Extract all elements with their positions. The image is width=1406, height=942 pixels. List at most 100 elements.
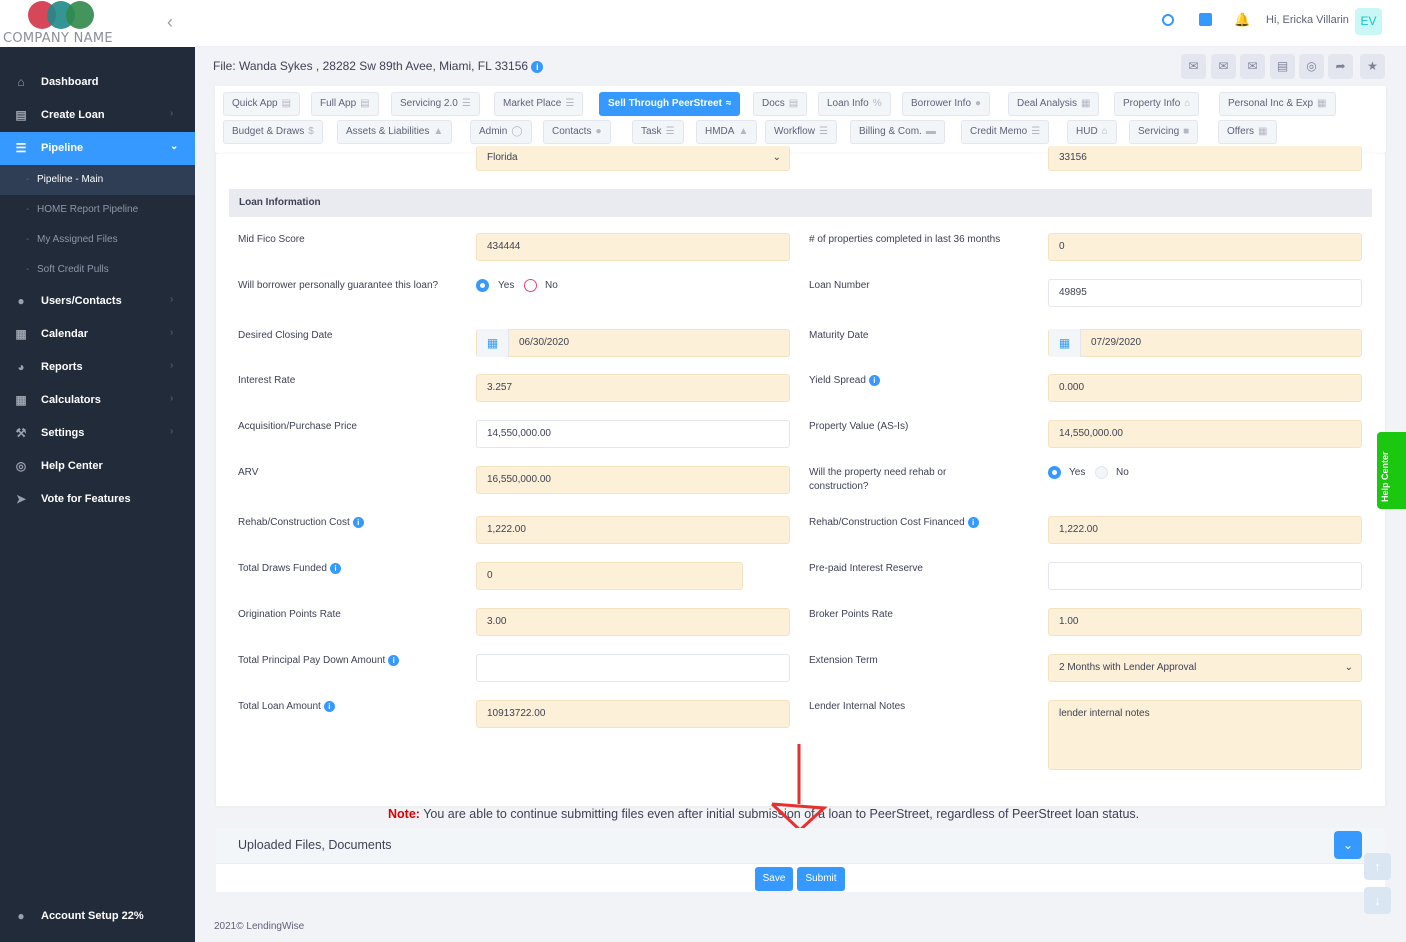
file-icon[interactable]: ▤ (1270, 54, 1295, 79)
info-icon[interactable]: i (531, 60, 544, 73)
globe-icon[interactable]: ◎ (1299, 54, 1324, 79)
total-loan-label: Total Loan Amount i (238, 700, 335, 714)
sidebar-item-reports[interactable]: ◕ Reports › (0, 351, 195, 384)
mid-fico-label: Mid Fico Score (238, 234, 305, 245)
guarantee-no-radio[interactable] (524, 279, 537, 292)
logo[interactable]: COMPANY NAME ‹ (0, 0, 195, 47)
calendar-icon[interactable]: ▦ (477, 329, 509, 357)
paydown-input[interactable] (476, 654, 790, 682)
tab-loan-info[interactable]: Loan Info% (818, 92, 891, 116)
sidebar-subitem-soft-credit[interactable]: - Soft Credit Pulls (0, 255, 195, 285)
tab-workflow[interactable]: Workflow ☰ (765, 120, 837, 144)
share-icon[interactable]: ➦ (1328, 54, 1353, 79)
uploaded-files-section[interactable]: Uploaded Files, Documents (216, 828, 1385, 864)
info-icon[interactable]: i (388, 654, 400, 666)
sidebar-item-calculators[interactable]: ▦ Calculators › (0, 384, 195, 417)
tab-contacts[interactable]: Contacts ● (543, 120, 611, 144)
tab-label: Workflow (774, 126, 815, 137)
tab-sell-peerstreet[interactable]: Sell Through PeerStreet ≈ (599, 92, 741, 116)
yield-spread-input[interactable]: 0.000 (1048, 374, 1362, 402)
broker-points-input[interactable]: 1.00 (1048, 608, 1362, 636)
tab-offers[interactable]: Offers ▦ (1218, 120, 1277, 144)
info-icon[interactable]: i (967, 516, 979, 528)
properties-completed-input[interactable]: 0 (1048, 233, 1362, 261)
acquisition-price-input[interactable]: 14,550,000.00 (476, 420, 790, 448)
lender-notes-textarea[interactable]: lender internal notes (1048, 700, 1362, 770)
info-icon[interactable]: i (329, 562, 341, 574)
tab-billing[interactable]: Billing & Com. ▬ (850, 120, 945, 144)
total-loan-input[interactable]: 10913722.00 (476, 700, 790, 728)
tab-budget-draws[interactable]: Budget & Draws $ (223, 120, 323, 144)
mid-fico-input[interactable]: 434444 (476, 233, 790, 261)
tab-full-app[interactable]: Full App ▤ (311, 92, 379, 116)
tab-task[interactable]: Task ☰ (632, 120, 684, 144)
email-send-icon[interactable]: ✉ (1240, 54, 1265, 79)
tab-docs[interactable]: Docs ▤ (753, 92, 808, 116)
tab-market-place[interactable]: Market Place ☰ (494, 92, 584, 116)
tab-deal-analysis[interactable]: Deal Analysis ▦ (1008, 92, 1100, 116)
email-icon[interactable]: ✉ (1211, 54, 1236, 79)
rehab-cost-input[interactable]: 1,222.00 (476, 516, 790, 544)
sidebar-item-settings[interactable]: ⚒ Settings › (0, 417, 195, 450)
rehab-no-radio[interactable] (1095, 466, 1108, 479)
tab-admin[interactable]: Admin ◯ (470, 120, 532, 144)
maturity-date-input[interactable]: 07/29/2020 (1048, 329, 1362, 357)
sidebar-item-dashboard[interactable]: ⌂ Dashboard (0, 66, 195, 99)
bell-icon[interactable]: 🔔 (1234, 13, 1250, 27)
sidebar-subitem-home-report[interactable]: - HOME Report Pipeline (0, 195, 195, 225)
collapse-sidebar-icon[interactable]: ‹ (167, 12, 173, 33)
tab-assets-liabilities[interactable]: Assets & Liabilities ▲ (337, 120, 453, 144)
tab-property-info[interactable]: Property Info ⌂ (1114, 92, 1200, 116)
star-icon[interactable]: ★ (1360, 54, 1385, 79)
sidebar-item-help-center[interactable]: ◎ Help Center (0, 450, 195, 483)
tab-servicing-2[interactable]: Servicing 2.0 ☰ (391, 92, 480, 116)
info-icon[interactable]: i (868, 374, 880, 386)
user-greeting[interactable]: Hi, Ericka Villarin (1266, 14, 1349, 26)
cart-icon: ☰ (565, 98, 575, 109)
paydown-label: Total Principal Pay Down Amount i (238, 654, 400, 668)
calendar-icon[interactable]: ▦ (1049, 329, 1081, 357)
loan-number-input[interactable]: 49895 (1048, 279, 1362, 307)
sidebar-subitem-assigned-files[interactable]: - My Assigned Files (0, 225, 195, 255)
arv-input[interactable]: 16,550,000.00 (476, 466, 790, 494)
scroll-down-icon[interactable]: ↓ (1364, 887, 1391, 914)
tab-servicing[interactable]: Servicing ■ (1129, 120, 1199, 144)
sidebar-item-users[interactable]: ● Users/Contacts › (0, 285, 195, 318)
avatar[interactable]: EV (1355, 8, 1382, 35)
draws-funded-input[interactable]: 0 (476, 562, 743, 590)
extension-term-select[interactable]: 2 Months with Lender Approval ⌄ (1048, 654, 1362, 682)
scroll-up-icon[interactable]: ↑ (1364, 853, 1391, 880)
rehab-yes-radio[interactable] (1048, 466, 1061, 479)
zip-field[interactable]: 33156 (1048, 146, 1362, 171)
tab-hmda[interactable]: HMDA ▲ (696, 120, 758, 144)
submit-button[interactable]: Submit (797, 867, 845, 891)
tab-credit-memo[interactable]: Credit Memo ☰ (961, 120, 1050, 144)
chevron-down-icon[interactable]: ⌄ (1334, 831, 1362, 859)
tab-quick-app[interactable]: Quick App ▤ (223, 92, 301, 116)
info-icon[interactable]: i (323, 700, 335, 712)
tab-personal-inc[interactable]: Personal Inc & Exp ▦ (1219, 92, 1336, 116)
state-select[interactable]: Florida ⌄ (476, 146, 790, 171)
prepaid-interest-input[interactable] (1048, 562, 1362, 590)
info-icon[interactable]: i (352, 516, 364, 528)
sidebar-item-calendar[interactable]: ▦ Calendar › (0, 318, 195, 351)
chat-icon[interactable]: ✉ (1181, 54, 1206, 79)
property-value-input[interactable]: 14,550,000.00 (1048, 420, 1362, 448)
tab-borrower-info[interactable]: Borrower Info ● (902, 92, 991, 116)
origination-points-input[interactable]: 3.00 (476, 608, 790, 636)
sidebar-item-account-setup[interactable]: ● Account Setup 22% (0, 900, 195, 933)
sidebar-item-pipeline[interactable]: ☰ Pipeline ⌄ (0, 132, 195, 165)
save-button[interactable]: Save (755, 867, 793, 891)
tab-hud[interactable]: HUD ⌂ (1067, 120, 1117, 144)
sidebar-item-create-loan[interactable]: ▤ Create Loan › (0, 99, 195, 132)
interest-rate-input[interactable]: 3.257 (476, 374, 790, 402)
sidebar-item-vote-features[interactable]: ➤ Vote for Features (0, 483, 195, 516)
sidebar-subitem-pipeline-main[interactable]: - Pipeline - Main (0, 165, 195, 195)
extension-term-label: Extension Term (809, 655, 878, 666)
rehab-financed-input[interactable]: 1,222.00 (1048, 516, 1362, 544)
guarantee-yes-radio[interactable] (476, 279, 489, 292)
circle-status-icon[interactable] (1162, 14, 1174, 26)
help-center-tab[interactable]: Help Center (1377, 432, 1406, 509)
closing-date-input[interactable]: 06/30/2020 (476, 329, 790, 357)
sticky-note-icon[interactable] (1199, 13, 1212, 26)
